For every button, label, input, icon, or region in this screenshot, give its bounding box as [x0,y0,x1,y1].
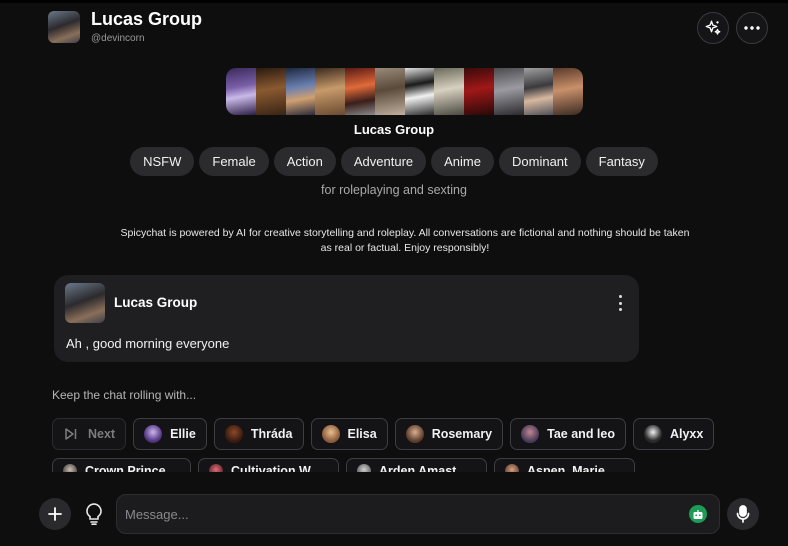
dot [618,308,622,311]
collage-tile [226,68,256,115]
next-label: Next [88,427,116,441]
microphone-icon [736,505,750,523]
suggested-character-chip[interactable]: Elisa [310,418,388,450]
model-selector-button[interactable] [689,505,707,523]
sparkle-button[interactable] [697,12,729,44]
dot [618,295,622,298]
header-avatar[interactable] [48,10,80,43]
suggestions-fade [0,472,788,492]
collage-tile [434,68,464,115]
suggested-character-chip[interactable]: Alyxx [632,418,715,450]
tag-chip[interactable]: Fantasy [585,147,658,176]
dot [618,301,622,305]
chat-header: Lucas Group @devincorn [48,9,202,44]
collage-tile [464,68,494,115]
message-composer [116,494,720,534]
suggested-character-chip[interactable]: Rosemary [394,418,504,450]
window-top-edge [0,0,788,3]
character-collage [226,68,583,115]
message-card: Lucas Group Ah , good morning everyone [54,275,639,362]
tag-chip[interactable]: Action [273,147,336,176]
character-avatar [405,425,424,443]
collage-tile [493,68,524,115]
ai-disclaimer: Spicychat is powered by AI for creative … [120,227,690,254]
character-avatar [521,425,540,443]
character-name-label: Rosemary [431,427,493,441]
suggestion-row: Next Ellie Thráda Elisa Rosemary Tae and leo… [52,418,715,450]
message-text: Ah , good morning everyone [66,336,230,351]
tag-chip[interactable]: Adventure [340,147,427,176]
character-name-label: Ellie [170,427,196,441]
tag-list: NSFW Female Action Adventure Anime Dominant Fa… [0,147,788,176]
collage-tile [315,68,345,115]
character-avatar [144,425,163,443]
collage-tile [345,68,375,115]
sparkle-icon [705,20,721,35]
lightbulb-icon [86,503,102,525]
character-avatar [224,425,243,443]
character-tagline: for roleplaying and sexting [321,183,467,197]
suggested-character-chip[interactable]: Thráda [213,418,304,450]
suggest-idea-button[interactable] [84,503,104,525]
collage-tile [255,68,286,115]
character-name-label: Tae and leo [547,427,615,441]
next-button[interactable]: Next [52,418,127,450]
tag-chip[interactable]: Dominant [499,147,581,176]
character-name-label: Alyxx [669,427,704,441]
header-title[interactable]: Lucas Group [91,9,202,29]
message-menu-button[interactable] [615,295,625,311]
suggested-character-chip[interactable]: Tae and leo [510,418,626,450]
more-horizontal-icon [744,26,760,30]
add-button[interactable] [39,498,71,530]
message-input[interactable] [117,495,677,533]
suggestions-heading: Keep the chat rolling with... [52,388,197,402]
character-avatar [321,425,340,443]
suggested-character-chip[interactable]: Ellie [133,418,207,450]
more-options-button[interactable] [736,12,768,44]
skip-next-icon [65,428,77,440]
tag-chip[interactable]: Female [199,147,269,176]
tag-chip[interactable]: Anime [431,147,494,176]
bot-icon [693,509,703,519]
collage-tile [523,68,554,115]
collage-tile [285,68,316,115]
plus-icon [48,507,62,521]
tag-chip[interactable]: NSFW [130,147,195,176]
collage-tile [404,68,435,115]
message-avatar[interactable] [65,283,105,323]
header-handle[interactable]: @devincorn [91,33,202,44]
collage-tile [374,68,405,115]
character-name-label: Elisa [347,427,377,441]
character-name: Lucas Group [353,122,435,137]
voice-input-button[interactable] [727,498,759,530]
character-avatar [643,425,662,443]
collage-tile [553,68,583,115]
character-name-label: Thráda [250,427,293,441]
message-sender: Lucas Group [114,295,198,310]
